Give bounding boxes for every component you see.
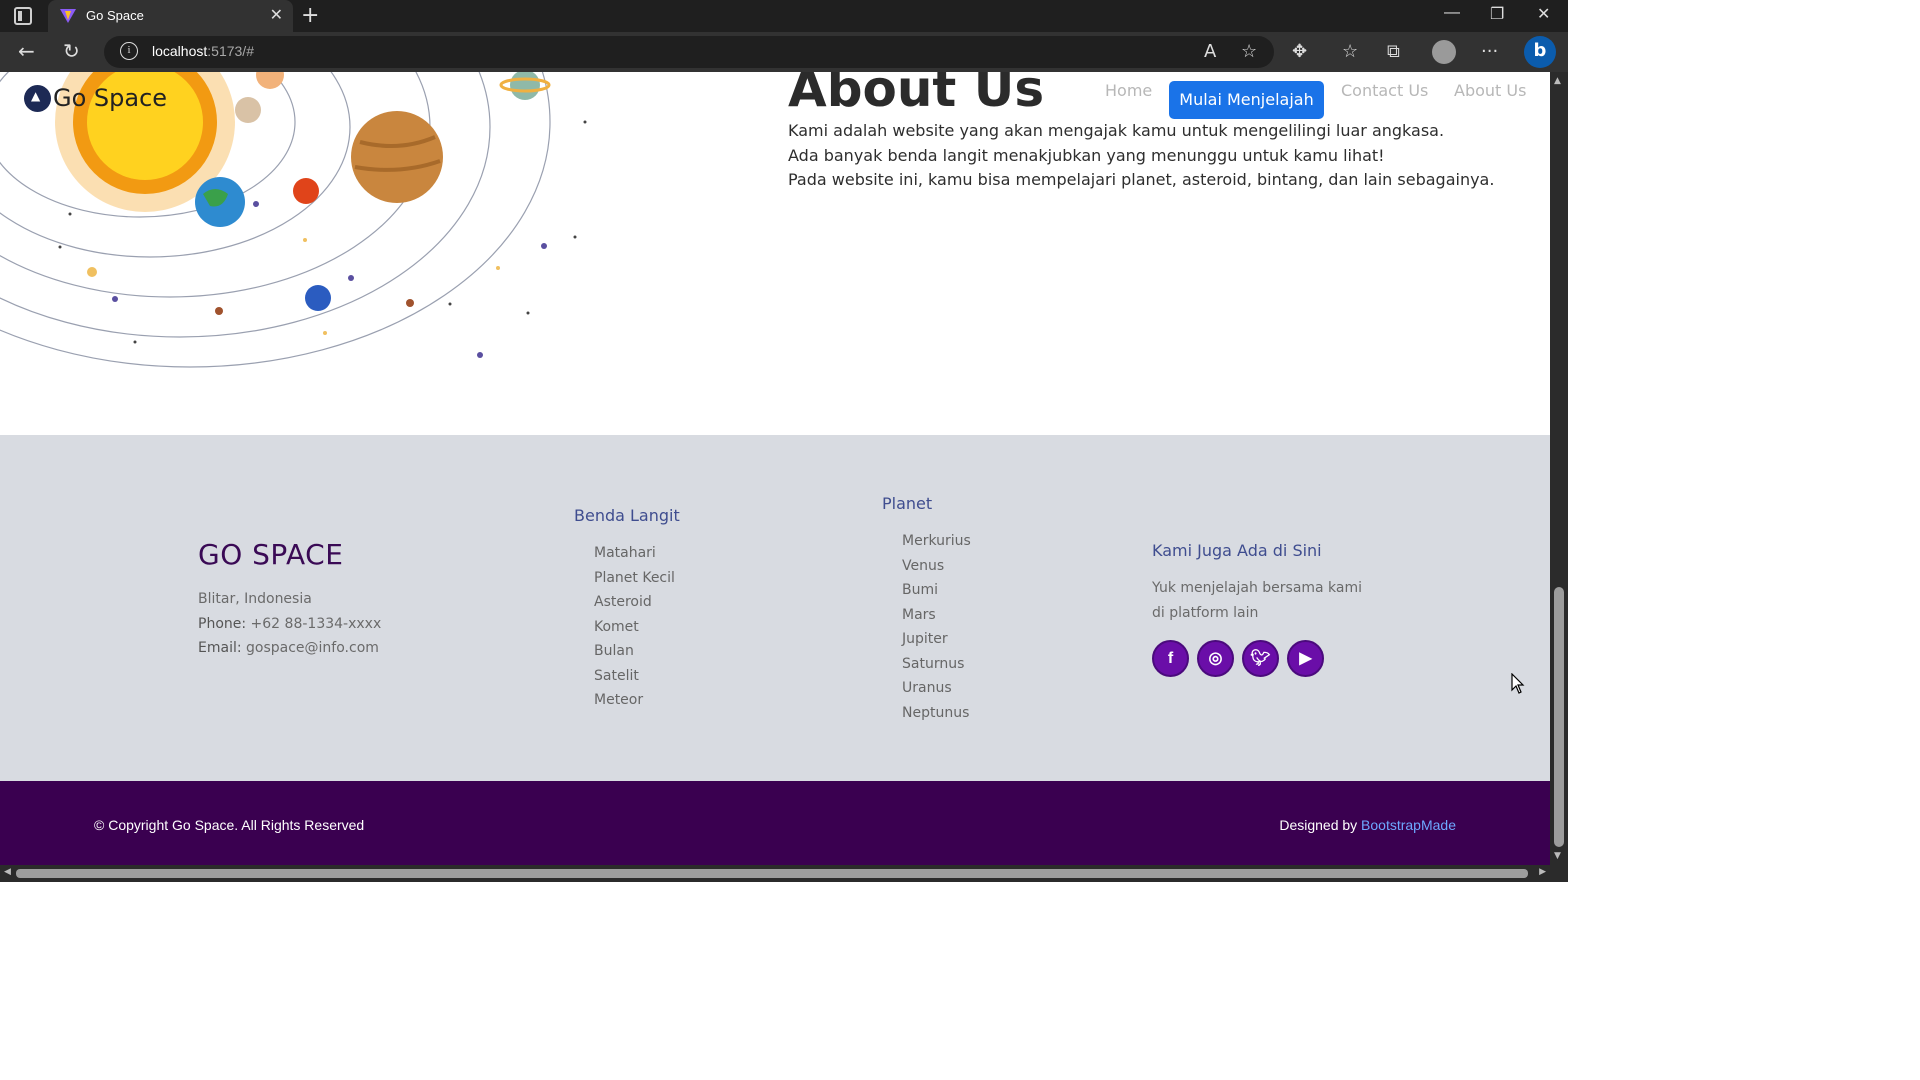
about-line: Ada banyak benda langit menakjubkan yang…	[788, 145, 1385, 165]
footer-contact-info: Blitar, Indonesia Phone: +62 88-1334-xxx…	[198, 587, 381, 661]
window-close-icon[interactable]: ✕	[1537, 4, 1550, 24]
url-text: localhost:5173/#	[152, 43, 254, 59]
restore-icon[interactable]: ❐	[1490, 4, 1504, 24]
designed-by: Designed by BootstrapMade	[1279, 817, 1456, 833]
footer-link[interactable]: Merkurius	[902, 529, 971, 554]
benda-langit-heading: Benda Langit	[574, 506, 680, 525]
footer-link[interactable]: Saturnus	[902, 652, 971, 677]
footer-link[interactable]: Asteroid	[594, 590, 675, 615]
minimize-icon[interactable]: —	[1444, 4, 1460, 22]
nav-about[interactable]: About Us	[1454, 81, 1526, 100]
youtube-icon[interactable]: ▶	[1287, 640, 1324, 677]
back-icon[interactable]: ←	[18, 39, 35, 63]
footer-link[interactable]: Neptunus	[902, 701, 971, 726]
vertical-scrollbar[interactable]: ▲ ▼	[1550, 72, 1568, 865]
extensions-icon[interactable]: ✥	[1292, 41, 1307, 62]
read-aloud-icon[interactable]: A	[1204, 41, 1216, 62]
scroll-down-icon[interactable]: ▼	[1554, 851, 1561, 861]
about-description: Kami adalah website yang akan mengajak k…	[788, 119, 1494, 193]
collections-icon[interactable]: ⧉	[1387, 41, 1400, 62]
address-bar[interactable]: i localhost:5173/#	[104, 36, 1274, 68]
footer-link[interactable]: Satelit	[594, 664, 675, 689]
planet-heading: Planet	[882, 494, 933, 513]
nav-home[interactable]: Home	[1105, 81, 1152, 100]
planet-list: Merkurius Venus Bumi Mars Jupiter Saturn…	[902, 529, 971, 725]
browser-tab-bar: Go Space ✕ + — ❐ ✕	[0, 0, 1568, 32]
twitter-icon[interactable]: 🐦︎	[1242, 640, 1279, 677]
footer-link[interactable]: Venus	[902, 554, 971, 579]
footer-link[interactable]: Mars	[902, 603, 971, 628]
brand-name: Go Space	[53, 84, 168, 112]
about-line: Kami adalah website yang akan mengajak k…	[788, 121, 1445, 140]
scroll-right-icon[interactable]: ▶	[1539, 867, 1546, 877]
footer-top: GO SPACE Blitar, Indonesia Phone: +62 88…	[0, 435, 1550, 781]
horizontal-scroll-thumb[interactable]	[16, 869, 1528, 878]
vite-logo-icon	[60, 9, 76, 23]
footer-brand: GO SPACE	[198, 538, 344, 571]
browser-toolbar: ← ↻ i localhost:5173/# A ☆ ✥ ☆ ⧉ ··· b	[0, 32, 1568, 72]
tab-actions-icon[interactable]	[14, 7, 32, 25]
footer-link[interactable]: Matahari	[594, 541, 675, 566]
horizontal-scrollbar[interactable]: ◀ ▶	[0, 865, 1568, 882]
about-line: Pada website ini, kamu bisa mempelajari …	[788, 170, 1495, 189]
copyright-text: © Copyright Go Space. All Rights Reserve…	[94, 817, 365, 833]
footer-link[interactable]: Meteor	[594, 688, 675, 713]
profile-avatar[interactable]	[1432, 40, 1456, 64]
copilot-icon[interactable]: b	[1524, 36, 1556, 68]
designer-link[interactable]: BootstrapMade	[1361, 817, 1456, 833]
footer-link[interactable]: Planet Kecil	[594, 566, 675, 591]
rocket-logo-icon	[24, 84, 51, 112]
social-description: Yuk menjelajah bersama kami di platform …	[1152, 580, 1363, 621]
about-title: About Us	[788, 72, 1045, 118]
page-viewport: Go Space About Us Kami adalah website ya…	[0, 72, 1550, 865]
social-heading: Kami Juga Ada di Sini	[1152, 541, 1322, 560]
reload-icon[interactable]: ↻	[63, 39, 80, 63]
site-info-icon[interactable]: i	[120, 42, 138, 60]
scroll-up-icon[interactable]: ▲	[1554, 76, 1561, 86]
footer-bottom: © Copyright Go Space. All Rights Reserve…	[0, 781, 1550, 865]
nav-explore-button[interactable]: Mulai Menjelajah	[1169, 81, 1324, 119]
solar-system-illustration	[0, 72, 587, 368]
footer-phone: Phone: +62 88-1334-xxxx	[198, 615, 382, 632]
instagram-icon[interactable]: ◎	[1197, 640, 1234, 677]
footer-link[interactable]: Bumi	[902, 578, 971, 603]
benda-langit-list: Matahari Planet Kecil Asteroid Komet Bul…	[594, 541, 675, 713]
social-links: f ◎ 🐦︎ ▶	[1152, 640, 1324, 677]
facebook-icon[interactable]: f	[1152, 640, 1189, 677]
new-tab-icon[interactable]: +	[301, 3, 319, 28]
mouse-cursor-icon	[1511, 673, 1525, 694]
tab-title: Go Space	[86, 8, 144, 23]
scroll-left-icon[interactable]: ◀	[4, 867, 11, 877]
site-brand[interactable]: Go Space	[24, 84, 167, 112]
browser-tab[interactable]: Go Space ✕	[48, 0, 293, 32]
footer-location: Blitar, Indonesia	[198, 591, 312, 607]
footer-link[interactable]: Komet	[594, 615, 675, 640]
nav-contact[interactable]: Contact Us	[1341, 81, 1428, 100]
vertical-scroll-thumb[interactable]	[1554, 587, 1564, 847]
more-menu-icon[interactable]: ···	[1481, 41, 1498, 62]
footer-link[interactable]: Bulan	[594, 639, 675, 664]
footer-link[interactable]: Jupiter	[902, 627, 971, 652]
add-favorite-icon[interactable]: ☆	[1241, 41, 1257, 62]
close-tab-icon[interactable]: ✕	[270, 5, 283, 24]
favorites-icon[interactable]: ☆	[1342, 41, 1358, 62]
footer-link[interactable]: Uranus	[902, 676, 971, 701]
footer-email: Email: gospace@info.com	[198, 640, 379, 656]
